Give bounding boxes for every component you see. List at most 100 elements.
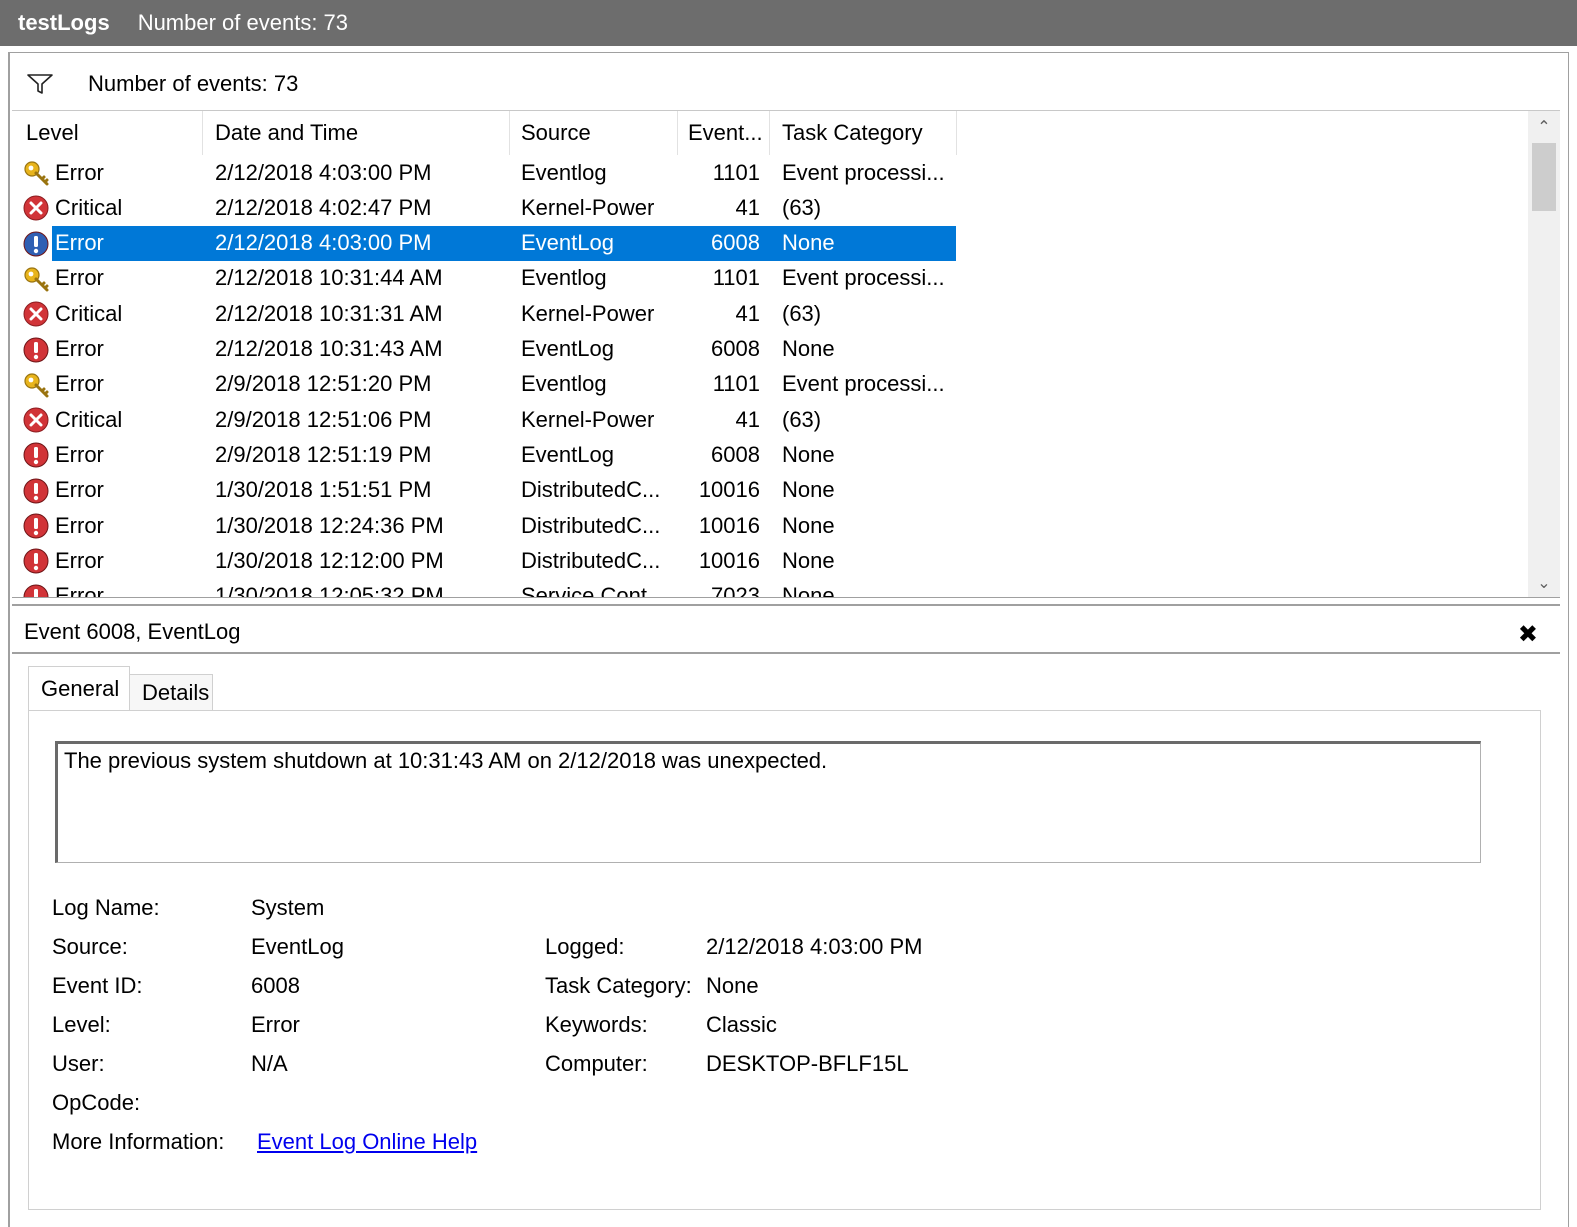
source-cell: EventLog <box>521 336 614 361</box>
task-category-label: Task Category: <box>545 973 692 998</box>
event-id-cell: 6008 <box>711 230 760 256</box>
datetime-cell: 1/30/2018 12:12:00 PM <box>215 547 444 573</box>
event-row[interactable]: Error 1/30/2018 12:12:00 PM DistributedC..… <box>12 543 956 578</box>
datetime-cell: 2/12/2018 10:31:43 AM <box>215 336 443 361</box>
event-id-cell: 1101 <box>712 371 760 397</box>
list-header: Level Date and Time Source Event... Task… <box>12 111 1528 155</box>
tab-general[interactable]: General <box>28 666 130 710</box>
error-icon <box>22 583 50 597</box>
datetime-cell: 2/12/2018 10:31:31 AM <box>215 300 443 326</box>
column-divider[interactable] <box>202 111 203 155</box>
event-row[interactable]: Error 2/12/2018 10:31:43 AM EventLog 6008 No… <box>12 332 956 367</box>
event-row[interactable]: Critical 2/12/2018 10:31:31 AM Kernel-Powe… <box>12 296 956 331</box>
event-list[interactable]: Level Date and Time Source Event... Task… <box>12 110 1560 598</box>
key-icon <box>22 265 50 293</box>
source-cell: Eventlog <box>521 159 607 185</box>
column-header-date-time[interactable]: Date and Time <box>215 111 358 155</box>
level-cell: Error <box>55 265 104 291</box>
detail-header: Event 6008, EventLog ✖ <box>12 612 1560 654</box>
title-bar: testLogs Number of events: 73 <box>0 0 1577 46</box>
source-cell: EventLog <box>521 230 614 256</box>
source-cell: Kernel-Power <box>521 300 655 326</box>
source-cell: Service Cont... <box>521 583 666 598</box>
level-cell: Critical <box>55 300 123 326</box>
event-row[interactable]: Error 2/12/2018 10:31:44 AM Eventlog 1101 Ev… <box>12 261 956 296</box>
event-row[interactable]: Critical 2/9/2018 12:51:06 PM Kernel-Power… <box>12 402 956 437</box>
datetime-cell: 2/12/2018 4:02:47 PM <box>215 194 432 220</box>
level-label: Level: <box>52 1012 111 1037</box>
event-id-cell: 10016 <box>698 477 760 503</box>
event-id-label: Event ID: <box>52 973 143 998</box>
event-row[interactable]: Error 1/30/2018 12:05:32 PM Service Cont..… <box>12 579 956 598</box>
event-row[interactable]: Critical 2/12/2018 4:02:47 PM Kernel-Power… <box>12 190 956 225</box>
task-category-cell: (63) <box>782 194 822 220</box>
event-row[interactable]: Error 1/30/2018 1:51:51 PM DistributedC...… <box>12 473 956 508</box>
scroll-down-icon[interactable]: ⌄ <box>1528 569 1560 597</box>
general-tab-content: The previous system shutdown at 10:31:43… <box>28 710 1541 1210</box>
scroll-up-icon[interactable]: ⌃ <box>1528 113 1560 141</box>
level-cell: Error <box>55 371 104 397</box>
error-icon <box>22 477 50 505</box>
tab-details[interactable]: Details <box>129 674 213 710</box>
filter-event-count: Number of events: 73 <box>88 71 299 96</box>
error-icon <box>22 512 50 540</box>
datetime-cell: 1/30/2018 12:05:32 PM <box>215 583 444 598</box>
column-header-level[interactable]: Level <box>26 111 79 155</box>
task-category-cell: Event processi... <box>782 159 945 185</box>
column-divider[interactable] <box>956 111 957 155</box>
column-header-source[interactable]: Source <box>521 111 591 155</box>
event-description[interactable]: The previous system shutdown at 10:31:43… <box>55 741 1481 863</box>
source-cell: DistributedC... <box>521 512 661 538</box>
level-cell: Error <box>55 477 104 503</box>
source-cell: EventLog <box>521 441 614 467</box>
title-event-count: Number of events: 73 <box>137 10 349 35</box>
event-row[interactable]: Error 2/9/2018 12:51:19 PM EventLog 6008 Non… <box>12 437 956 472</box>
datetime-cell: 2/12/2018 4:03:00 PM <box>215 159 432 185</box>
pane-splitter[interactable] <box>12 604 1560 610</box>
scrollbar-thumb[interactable] <box>1532 143 1556 211</box>
column-divider[interactable] <box>677 111 678 155</box>
event-row[interactable]: Error 2/9/2018 12:51:20 PM Eventlog 1101 Eve… <box>12 367 956 402</box>
event-id-cell: 41 <box>735 194 760 220</box>
user-label: User: <box>52 1051 105 1076</box>
source-cell: Kernel-Power <box>521 406 655 432</box>
task-category-cell: None <box>782 230 835 256</box>
computer-label: Computer: <box>545 1051 648 1076</box>
log-name-label: Log Name: <box>52 895 160 920</box>
datetime-cell: 2/9/2018 12:51:06 PM <box>215 406 432 432</box>
task-category-cell: None <box>782 477 835 503</box>
event-id-cell: 6008 <box>711 441 760 467</box>
logged-value: 2/12/2018 4:03:00 PM <box>706 934 923 959</box>
close-icon[interactable]: ✖ <box>1518 620 1538 649</box>
error-icon <box>22 547 50 575</box>
filter-icon[interactable] <box>22 69 58 99</box>
error-icon <box>22 441 50 469</box>
source-label: Source: <box>52 934 128 959</box>
level-cell: Error <box>55 441 104 467</box>
critical-icon <box>22 406 50 434</box>
critical-icon <box>22 194 50 222</box>
column-header-task-category[interactable]: Task Category <box>782 111 923 155</box>
event-id-cell: 1101 <box>712 159 760 185</box>
keywords-label: Keywords: <box>545 1012 648 1037</box>
task-category-cell: (63) <box>782 406 822 432</box>
column-divider[interactable] <box>509 111 510 155</box>
column-header-event-id[interactable]: Event... <box>688 111 763 155</box>
task-category-cell: None <box>782 336 835 361</box>
column-divider[interactable] <box>769 111 770 155</box>
level-value: Error <box>251 1012 300 1037</box>
event-row[interactable]: Error 2/12/2018 4:03:00 PM EventLog 6008 Non… <box>12 225 956 261</box>
vertical-scrollbar[interactable]: ⌃ ⌄ <box>1528 111 1560 597</box>
task-category-cell: Event processi... <box>782 265 945 291</box>
logged-label: Logged: <box>545 934 625 959</box>
task-category-cell: None <box>782 441 835 467</box>
more-information-label: More Information: <box>52 1129 225 1154</box>
log-name: testLogs <box>18 10 110 35</box>
event-row[interactable]: Error 2/12/2018 4:03:00 PM Eventlog 1101 Eve… <box>12 155 956 190</box>
error-icon <box>22 336 50 364</box>
event-id-cell: 41 <box>735 406 760 432</box>
event-log-online-help-link[interactable]: Event Log Online Help <box>257 1129 477 1155</box>
event-id-cell: 7023 <box>711 583 760 598</box>
event-row[interactable]: Error 1/30/2018 12:24:36 PM DistributedC..… <box>12 508 956 543</box>
event-id-cell: 1101 <box>712 265 760 291</box>
